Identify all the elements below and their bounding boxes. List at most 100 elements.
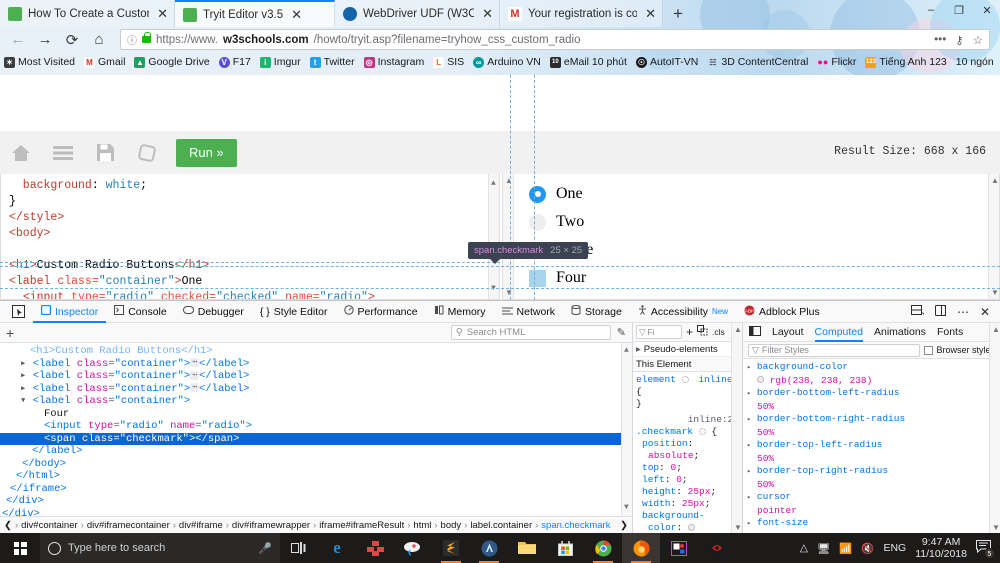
dom-node-close-body[interactable]: </body> — [0, 458, 632, 471]
info-icon[interactable]: ⓘ — [127, 32, 137, 47]
print-media-icon[interactable] — [697, 325, 708, 339]
tab-storage[interactable]: Storage — [563, 301, 630, 323]
code-editor-pane[interactable]: background: white; } </style> <body> <h1… — [0, 174, 500, 300]
close-icon[interactable]: ✕ — [482, 6, 493, 22]
wifi-icon[interactable]: 📶 — [839, 542, 852, 555]
pseudo-elements-section[interactable]: ▸ Pseudo-elements — [633, 342, 742, 357]
network-icon[interactable]: 🖥 — [817, 542, 830, 555]
clock[interactable]: 9:47 AM 11/10/2018 — [915, 536, 967, 560]
close-icon[interactable]: ✕ — [291, 7, 302, 23]
color-swatch[interactable] — [757, 376, 764, 384]
chevron-right-icon[interactable]: ▸ — [747, 468, 751, 476]
bookmark-item[interactable]: 10 ngón — [956, 56, 994, 68]
browser-tab-0[interactable]: How To Create a Custom Chec ✕ — [0, 0, 175, 27]
run-button[interactable]: Run » — [176, 138, 237, 167]
responsive-design-icon[interactable] — [910, 304, 925, 319]
checkmark-rule[interactable]: inline:24 .checkmark { position: absolut… — [633, 412, 742, 534]
declaration-property[interactable]: top — [642, 462, 659, 473]
dom-node-text-four[interactable]: Four — [0, 408, 632, 421]
tab-style-editor[interactable]: { } Style Editor — [252, 301, 336, 323]
dom-node-label-1[interactable]: ▸ <label class="container"> ⋯ </label> — [0, 358, 632, 371]
dom-node-h1[interactable]: <h1>Custom Radio Buttons</h1> — [0, 345, 632, 358]
breadcrumb-item-3[interactable]: div#iframewrapper — [232, 520, 310, 531]
close-icon[interactable]: ✕ — [645, 6, 656, 22]
computed-property-row[interactable]: ▸ border-bottom-right-radius 50% — [747, 413, 996, 439]
computed-property-row[interactable]: ▸ border-bottom-left-radius 50% — [747, 387, 996, 413]
unknown-red-app-icon[interactable] — [356, 533, 394, 563]
radio-option-one[interactable]: One — [517, 180, 999, 208]
dom-node-close-iframe[interactable]: </iframe> — [0, 483, 632, 496]
page-actions-icon[interactable]: ••• — [934, 34, 946, 46]
radio-option-three[interactable]: Three — [517, 236, 999, 264]
filter-styles-input[interactable]: ▽ Filter Styles — [748, 343, 921, 357]
filter-styles-input[interactable]: ▽ Fi — [636, 325, 682, 339]
minimize-button[interactable]: – — [922, 2, 940, 18]
breadcrumb-item-8[interactable]: span.checkmark — [541, 520, 610, 531]
tab-inspector[interactable]: Inspector — [33, 301, 106, 323]
more-options-icon[interactable]: ⋯ — [957, 305, 969, 319]
dom-node-input-radio[interactable]: <input type="radio" name="radio"> — [0, 420, 632, 433]
home-icon[interactable]: ⌂ — [87, 29, 111, 51]
hamburger-icon[interactable] — [42, 131, 84, 174]
add-rule-button[interactable]: + — [686, 325, 693, 339]
computed-property-list[interactable]: ▸ background-color rgb(238, 238, 238) ▸ … — [743, 359, 1000, 534]
close-icon[interactable]: ✕ — [157, 6, 168, 22]
declaration-property[interactable]: height — [642, 486, 676, 497]
maximize-button[interactable]: ❐ — [950, 2, 968, 18]
bookmark-item[interactable]: i Imgur — [259, 56, 301, 68]
element-picker-icon[interactable] — [4, 301, 33, 323]
bookmark-item[interactable]: ●● Flickr — [817, 56, 856, 68]
file-explorer-icon[interactable] — [508, 533, 546, 563]
computed-property-row[interactable]: ▸ border-top-left-radius 50% — [747, 439, 996, 465]
chevron-right-icon[interactable]: ▸ — [747, 442, 751, 450]
tab-network[interactable]: Network — [494, 301, 564, 323]
bookmark-item[interactable]: L SIS — [433, 56, 464, 68]
declaration-value[interactable]: 0 — [676, 474, 682, 485]
rule-source[interactable]: inline:24 — [636, 414, 739, 426]
breadcrumb-item-5[interactable]: html — [413, 520, 431, 531]
tab-animations[interactable]: Animations — [874, 326, 926, 338]
dock-position-icon[interactable] — [934, 304, 946, 319]
forward-icon[interactable]: → — [33, 29, 57, 51]
back-icon[interactable]: ← — [6, 29, 30, 51]
declaration-value[interactable]: 25px — [688, 486, 711, 497]
breadcrumb-item-0[interactable]: div#container — [21, 520, 78, 531]
radio-option-four[interactable]: Four — [517, 264, 999, 292]
taskbar-search-input[interactable]: Type here to search 🎤 — [40, 533, 280, 563]
breadcrumb-item-1[interactable]: div#iframecontainer — [87, 520, 170, 531]
google-chrome-icon[interactable] — [584, 533, 622, 563]
autoit-icon[interactable] — [470, 533, 508, 563]
change-orientation-icon[interactable] — [126, 131, 168, 174]
bookmark-item[interactable]: V F17 — [218, 56, 251, 68]
bookmark-item[interactable]: ✶ Most Visited — [4, 56, 75, 68]
volume-muted-icon[interactable]: 🔇 — [861, 542, 874, 555]
bookmark-item[interactable]: 10 eMail 10 phút — [549, 56, 627, 68]
home-icon[interactable] — [0, 131, 42, 174]
chevron-right-icon[interactable]: ▸ — [747, 364, 751, 372]
tab-accessibility[interactable]: Accessibility New — [630, 301, 736, 323]
declaration-property[interactable]: position — [642, 438, 688, 449]
checkbox[interactable] — [924, 345, 934, 355]
scrollbar-vertical[interactable] — [621, 343, 632, 516]
dom-node-close-div-1[interactable]: </div> — [0, 495, 632, 508]
breadcrumb-item-7[interactable]: label.container — [470, 520, 532, 531]
tab-layout[interactable]: Layout — [772, 326, 804, 338]
breadcrumb-item-2[interactable]: div#iframe — [179, 520, 223, 531]
firefox-icon[interactable] — [622, 533, 660, 563]
gear-icon[interactable] — [681, 375, 689, 383]
windows-start-icon[interactable] — [0, 533, 40, 563]
browser-tab-2[interactable]: WebDriver UDF (W3C complian ✕ — [335, 0, 500, 27]
scrollbar-vertical[interactable] — [989, 323, 1000, 534]
gear-icon[interactable] — [698, 427, 706, 435]
bookmark-item[interactable]: ◎ Instagram — [363, 56, 424, 68]
microsoft-edge-icon[interactable]: e — [318, 533, 356, 563]
declaration-value[interactable]: 25px — [682, 498, 705, 509]
tab-console[interactable]: Console — [106, 301, 175, 323]
microphone-icon[interactable]: 🎤 — [258, 542, 272, 555]
breadcrumb-item-4[interactable]: iframe#iframeResult — [319, 520, 404, 531]
declaration-property[interactable]: left — [642, 474, 665, 485]
new-tab-button[interactable]: + — [663, 0, 693, 27]
close-window-button[interactable]: ✕ — [978, 2, 996, 18]
bookmark-item[interactable]: M Gmail — [84, 56, 125, 68]
sidebar-toggle-icon[interactable] — [749, 325, 761, 339]
